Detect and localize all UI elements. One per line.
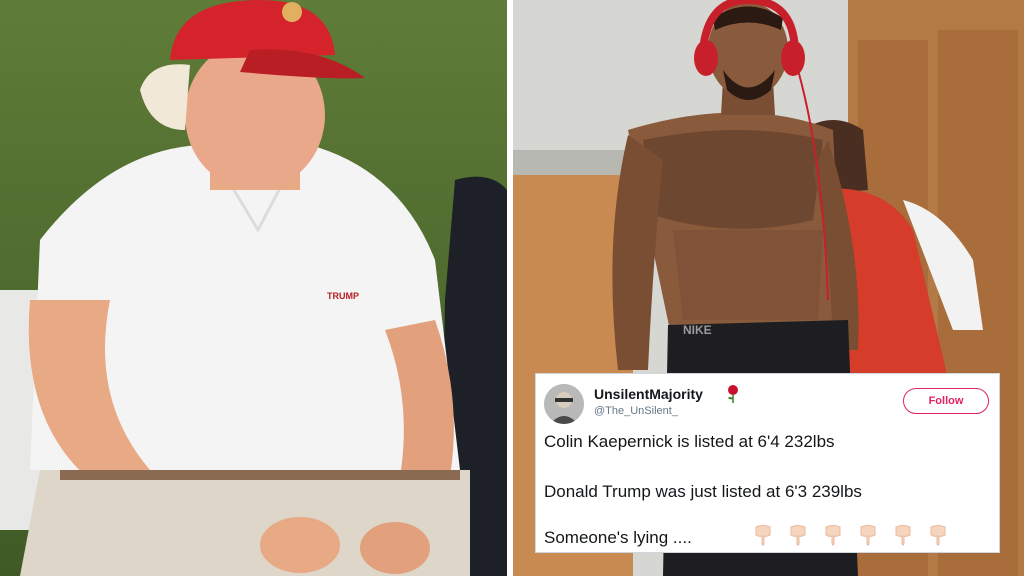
avatar-image [544,384,584,424]
point-down-icon [825,525,841,546]
point-down-icon [860,525,876,546]
point-down-icon [790,525,806,546]
tweet-text-line-1: Colin Kaepernick is listed at 6'4 232lbs [544,432,835,451]
tweet-handle[interactable]: @The_UnSilent_ [594,405,678,417]
avatar[interactable] [544,384,584,424]
left-photo-illustration: TRUMP [0,0,507,576]
tweet-text-line-3: Someone's lying .... [544,528,692,547]
rose-icon [728,385,738,403]
point-down-icon [895,525,911,546]
shirt-logo-text: TRUMP [327,291,359,301]
emoji-row [752,524,949,546]
tweet-card: UnsilentMajority @The_UnSilent_ Follow C… [535,373,1000,553]
follow-button[interactable]: Follow [903,388,989,414]
point-down-icon [755,525,771,546]
point-down-icon [930,525,946,546]
tweet-display-name[interactable]: UnsilentMajority [594,386,703,402]
tweet-text-line-2: Donald Trump was just listed at 6'3 239l… [544,482,862,501]
shorts-text: NIKE [683,323,712,337]
left-photo: TRUMP [0,0,507,576]
